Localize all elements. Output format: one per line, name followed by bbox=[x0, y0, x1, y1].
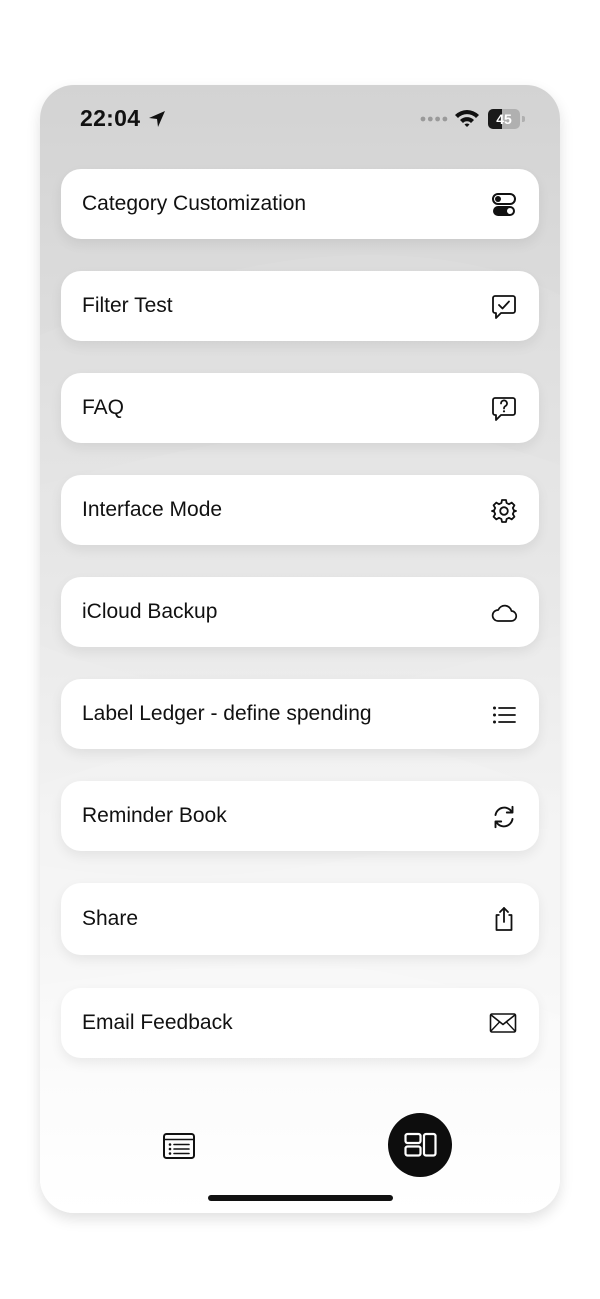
refresh-arrows-icon bbox=[494, 805, 514, 829]
menu-item-reminder-book[interactable]: Reminder Book bbox=[61, 781, 539, 851]
phone-screen: 22:04 45 Category Customization Filter T… bbox=[40, 85, 560, 1213]
menu-item-share[interactable]: Share bbox=[61, 883, 539, 955]
menu-item-category-customization[interactable]: Category Customization bbox=[61, 169, 539, 239]
menu-item-label: Filter Test bbox=[82, 294, 173, 317]
menu-item-label: Label Ledger - define spending bbox=[82, 702, 372, 725]
list-document-icon[interactable] bbox=[162, 1131, 196, 1161]
signal-dots-icon bbox=[420, 116, 448, 122]
menu-item-label: FAQ bbox=[82, 396, 125, 419]
location-arrow-icon bbox=[149, 111, 165, 127]
menu-item-label: iCloud Backup bbox=[82, 600, 218, 623]
menu-item-email-feedback[interactable]: Email Feedback bbox=[61, 988, 539, 1058]
menu-item-label: Interface Mode bbox=[82, 498, 223, 521]
envelope-icon bbox=[489, 1013, 517, 1033]
menu-item-label-ledger[interactable]: Label Ledger - define spending bbox=[61, 679, 539, 749]
cloud-icon bbox=[491, 604, 518, 622]
status-bar: 22:04 45 bbox=[40, 85, 560, 155]
tab-dashboard-button[interactable] bbox=[388, 1113, 452, 1177]
chat-checkmark-icon bbox=[492, 295, 516, 319]
menu-item-faq[interactable]: FAQ bbox=[61, 373, 539, 443]
menu-item-label: Reminder Book bbox=[82, 804, 227, 827]
toggle-switches-icon bbox=[492, 193, 516, 216]
gear-icon bbox=[491, 499, 517, 523]
menu-item-label: Share bbox=[82, 907, 139, 930]
menu-item-label: Email Feedback bbox=[82, 1011, 233, 1034]
chat-question-icon bbox=[492, 397, 516, 421]
menu-item-interface-mode[interactable]: Interface Mode bbox=[61, 475, 539, 545]
battery-icon: 45 bbox=[488, 109, 526, 129]
dashboard-layout-icon bbox=[404, 1132, 437, 1157]
menu-item-filter-test[interactable]: Filter Test bbox=[61, 271, 539, 341]
menu-item-label: Category Customization bbox=[82, 192, 307, 215]
battery-percent: 45 bbox=[496, 111, 512, 127]
status-time: 22:04 bbox=[80, 105, 141, 131]
home-indicator bbox=[208, 1195, 393, 1201]
share-icon bbox=[495, 907, 513, 931]
wifi-icon bbox=[455, 110, 479, 127]
bulleted-list-icon bbox=[493, 706, 516, 724]
menu-item-icloud-backup[interactable]: iCloud Backup bbox=[61, 577, 539, 647]
